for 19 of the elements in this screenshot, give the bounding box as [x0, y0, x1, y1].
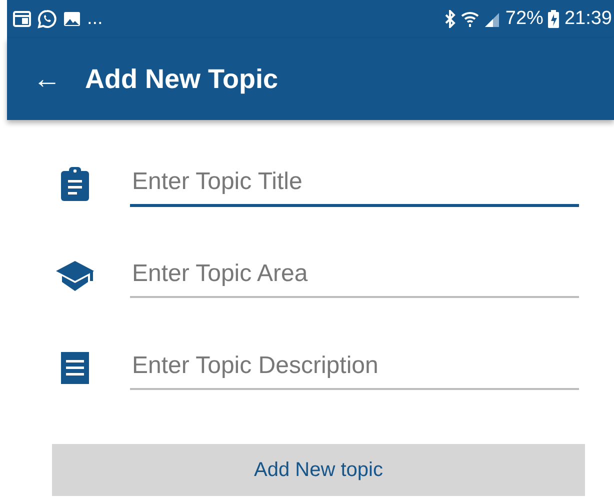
- text-field[interactable]: Enter Topic Description: [130, 346, 579, 390]
- clock-time: 21:39: [564, 8, 612, 30]
- image-icon: [63, 11, 81, 27]
- add-topic-button[interactable]: Add New topic: [52, 444, 585, 496]
- wifi-icon: [461, 10, 480, 28]
- more-notifications-text: ...: [87, 8, 103, 30]
- graduation-cap-icon: [56, 261, 94, 291]
- clipboard-icon: [61, 167, 89, 201]
- receipt-icon: [61, 352, 89, 384]
- battery-charging-icon: [548, 10, 560, 28]
- bluetooth-icon: [444, 10, 456, 28]
- battery-percent-text: 72%: [505, 8, 544, 30]
- chat-bubble-icon: [37, 9, 57, 29]
- text-field[interactable]: Enter Topic Title: [130, 162, 579, 206]
- back-button[interactable]: ←: [33, 65, 61, 93]
- window-icon: [13, 11, 31, 27]
- signal-icon: [484, 11, 500, 27]
- screen-title: Add New Topic: [85, 64, 278, 94]
- text-field[interactable]: Enter Topic Area: [130, 254, 579, 298]
